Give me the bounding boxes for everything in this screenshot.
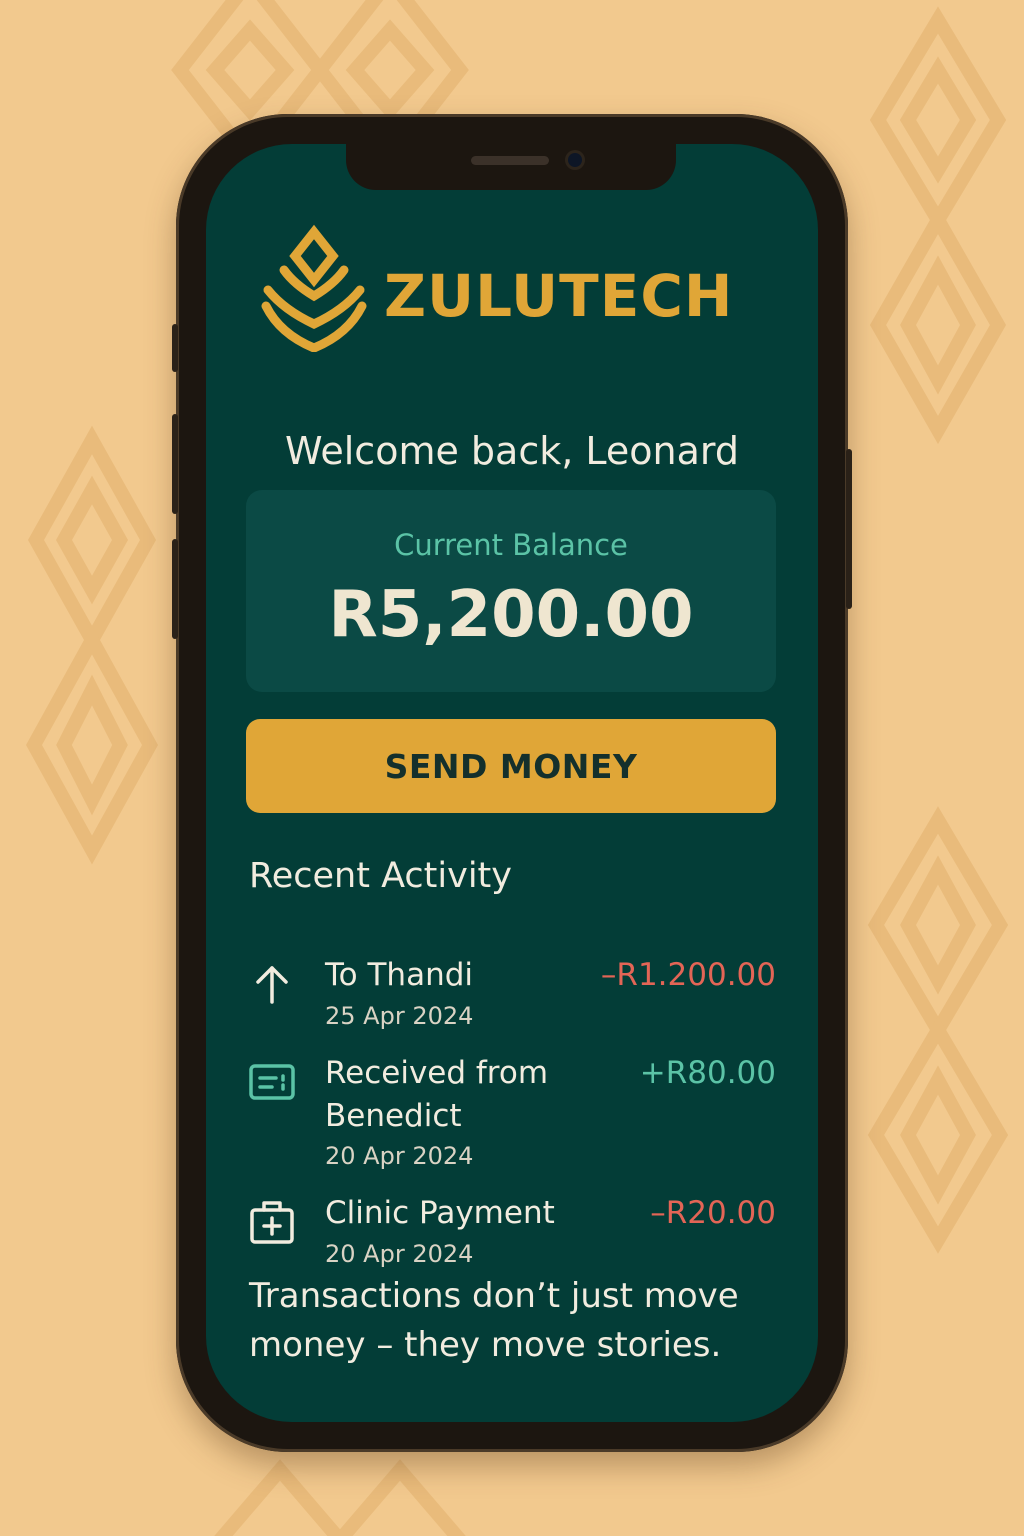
brand-name: ZULUTECH bbox=[384, 262, 734, 330]
balance-card: Current Balance R5,200.00 bbox=[246, 490, 776, 692]
transaction-amount: –R20.00 bbox=[650, 1195, 776, 1231]
balance-amount: R5,200.00 bbox=[328, 578, 694, 652]
transaction-amount: +R80.00 bbox=[639, 1055, 776, 1091]
phone-notch bbox=[346, 144, 676, 190]
phone-screen: ZULUTECH Welcome back, Leonard Current B… bbox=[206, 144, 818, 1422]
balance-label: Current Balance bbox=[394, 528, 628, 562]
transaction-item[interactable]: To Thandi 25 Apr 2024 –R1.200.00 bbox=[246, 954, 776, 1030]
transaction-description: Received from Benedict bbox=[325, 1055, 549, 1134]
arrow-up-icon bbox=[256, 966, 288, 1004]
zulutech-logo-icon bbox=[261, 224, 367, 352]
transaction-date: 20 Apr 2024 bbox=[325, 1240, 474, 1268]
phone-side-button bbox=[846, 449, 852, 609]
transaction-description: To Thandi bbox=[325, 957, 474, 993]
transaction-item[interactable]: Received from Benedict 20 Apr 2024 +R80.… bbox=[246, 1052, 776, 1170]
transaction-date: 25 Apr 2024 bbox=[325, 1002, 474, 1030]
medical-kit-icon bbox=[250, 1201, 294, 1244]
transaction-item[interactable]: Clinic Payment 20 Apr 2024 –R20.00 bbox=[246, 1192, 776, 1268]
brand-header: ZULUTECH bbox=[256, 224, 776, 354]
phone-side-button bbox=[172, 324, 178, 372]
send-money-button[interactable]: SEND MONEY bbox=[246, 719, 776, 813]
transaction-date: 20 Apr 2024 bbox=[325, 1142, 474, 1170]
transaction-description: Clinic Payment bbox=[325, 1195, 555, 1231]
phone-side-button bbox=[172, 414, 178, 514]
front-camera bbox=[568, 153, 582, 167]
welcome-message: Welcome back, Leonard bbox=[285, 429, 739, 473]
recent-activity-title: Recent Activity bbox=[249, 856, 512, 896]
footer-quote: Transactions don’t just move money – the… bbox=[249, 1276, 739, 1365]
speaker-grille bbox=[471, 156, 549, 165]
phone-side-button bbox=[172, 539, 178, 639]
transaction-amount: –R1.200.00 bbox=[600, 957, 776, 993]
receipt-card-icon bbox=[249, 1064, 295, 1100]
phone-frame: ZULUTECH Welcome back, Leonard Current B… bbox=[172, 114, 852, 1452]
